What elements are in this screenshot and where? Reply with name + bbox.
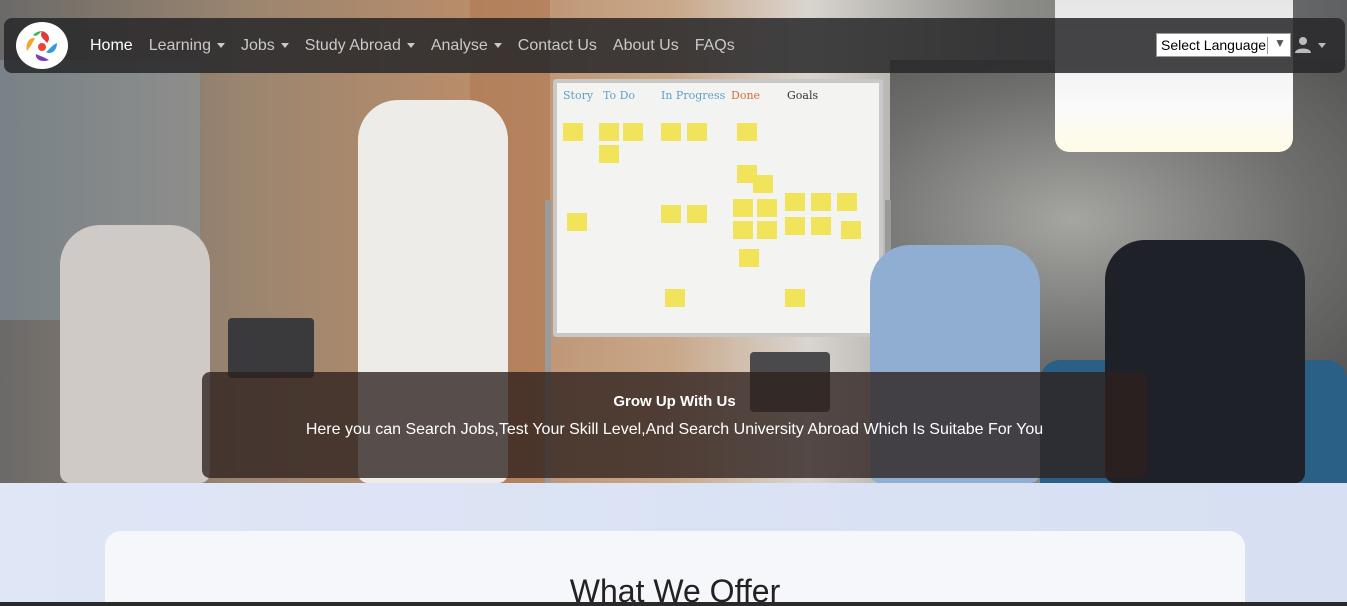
nav-about-us-label: About Us — [612, 36, 679, 54]
sticky-note — [785, 193, 805, 211]
sticky-note — [599, 145, 619, 163]
sticky-note — [665, 289, 685, 307]
sticky-note — [811, 193, 831, 211]
whiteboard: Story To Do In Progress Done Goals — [553, 79, 883, 337]
whiteboard-col-label: In Progress — [661, 89, 726, 102]
sticky-note — [757, 199, 777, 217]
caret-down-icon — [406, 43, 415, 48]
offer-card: What We Offer — [105, 531, 1245, 606]
nav-menu: Home Learning Jobs Study Abroad Analyse … — [90, 18, 751, 73]
sticky-note — [687, 123, 707, 141]
sticky-note — [739, 249, 759, 267]
hero-caption-text: Here you can Search Jobs,Test Your Skill… — [305, 421, 1044, 438]
nav-study-abroad-dropdown[interactable]: Study Abroad — [305, 37, 415, 55]
sticky-note — [837, 193, 857, 211]
logo-icon — [23, 26, 61, 65]
whiteboard-col-label: To Do — [603, 89, 636, 102]
sticky-note — [563, 123, 583, 141]
hero-caption-title: Grow Up With Us — [613, 393, 736, 410]
sticky-note — [733, 221, 753, 239]
navbar: Home Learning Jobs Study Abroad Analyse … — [4, 18, 1345, 73]
sticky-note — [733, 199, 753, 217]
language-select-label: Select Language — [1161, 37, 1267, 53]
whiteboard-col-label: Goals — [787, 89, 819, 102]
nav-learning-label: Learning — [148, 36, 211, 54]
whiteboard-col-label: Story — [563, 89, 594, 102]
sticky-note — [841, 221, 861, 239]
nav-home[interactable]: Home — [90, 37, 133, 55]
nav-contact-us[interactable]: Contact Us — [518, 37, 597, 55]
sticky-note — [623, 123, 643, 141]
sticky-note — [785, 289, 805, 307]
whiteboard-col-label: Done — [731, 89, 761, 102]
user-menu-dropdown[interactable] — [1294, 36, 1326, 54]
caret-down-icon — [280, 43, 289, 48]
nav-study-abroad-label: Study Abroad — [304, 36, 401, 54]
caret-down-icon — [1318, 42, 1326, 48]
sticky-note — [811, 217, 831, 235]
sticky-note — [757, 221, 777, 239]
nav-jobs-label: Jobs — [240, 36, 275, 54]
sticky-note — [785, 217, 805, 235]
hero-caption: Grow Up With Us Here you can Search Jobs… — [202, 372, 1147, 478]
site-logo[interactable] — [16, 22, 68, 69]
sticky-note — [687, 205, 707, 223]
nav-home-label: Home — [90, 36, 133, 54]
nav-contact-us-label: Contact Us — [517, 36, 597, 54]
caret-down-icon — [216, 43, 225, 48]
nav-jobs-dropdown[interactable]: Jobs — [241, 37, 289, 55]
person-seated-left — [60, 225, 210, 483]
sticky-note — [753, 175, 773, 193]
sticky-note — [661, 123, 681, 141]
sticky-note — [567, 213, 587, 231]
sticky-note — [599, 123, 619, 141]
nav-analyse-label: Analyse — [430, 36, 488, 54]
dropdown-arrow-icon: ▼ — [1274, 36, 1286, 50]
sticky-note — [737, 123, 757, 141]
bottom-strip — [0, 602, 1347, 606]
sticky-note — [661, 205, 681, 223]
nav-analyse-dropdown[interactable]: Analyse — [431, 37, 502, 55]
caret-down-icon — [493, 43, 502, 48]
nav-faqs-label: FAQs — [694, 36, 735, 54]
language-select[interactable]: Select Language ▼ — [1156, 33, 1291, 57]
nav-about-us[interactable]: About Us — [613, 37, 679, 55]
laptop — [228, 318, 314, 378]
nav-faqs[interactable]: FAQs — [695, 37, 735, 55]
language-select-divider — [1267, 37, 1268, 54]
user-icon — [1295, 37, 1311, 53]
nav-learning-dropdown[interactable]: Learning — [149, 37, 225, 55]
